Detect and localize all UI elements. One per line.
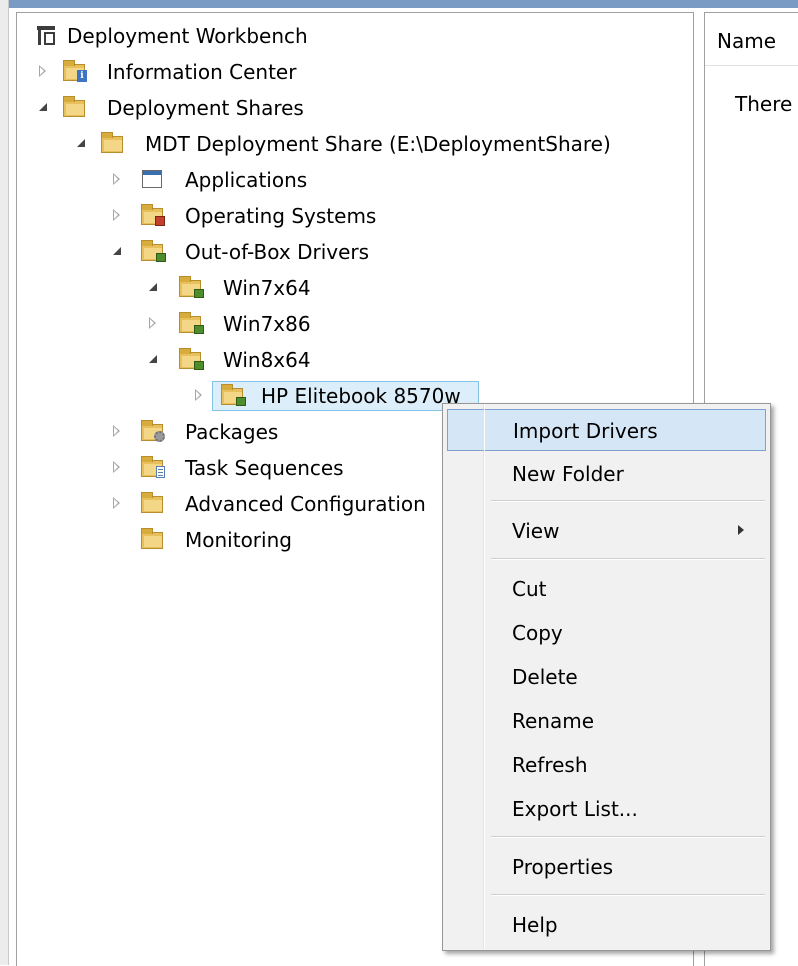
tree-label-packages: Packages — [185, 420, 279, 444]
drivers-folder-icon — [141, 240, 166, 262]
workbench-icon — [35, 24, 59, 46]
context-menu: Import Drivers New Folder View Cut Copy … — [442, 403, 771, 951]
menu-label-export-list: Export List... — [512, 797, 638, 821]
tree-label-operating-systems: Operating Systems — [185, 204, 377, 228]
collapse-arrow-icon[interactable] — [37, 101, 49, 113]
tree-label-monitoring: Monitoring — [185, 528, 292, 552]
menu-label-properties: Properties — [512, 855, 614, 879]
menu-label-view: View — [512, 519, 560, 543]
tree-label-deployment-shares: Deployment Shares — [107, 96, 304, 120]
tree-label-deployment-workbench: Deployment Workbench — [67, 24, 308, 48]
tree-label-mdt-deployment-share: MDT Deployment Share (E:\DeploymentShare… — [145, 132, 611, 156]
submenu-arrow-icon — [738, 525, 744, 535]
operating-systems-folder-icon — [141, 204, 165, 226]
menu-label-cut: Cut — [512, 577, 547, 601]
tree-label-information-center: Information Center — [107, 60, 297, 84]
tree-label-win8x64: Win8x64 — [223, 348, 311, 372]
menu-label-new-folder: New Folder — [512, 462, 624, 486]
menu-separator — [491, 558, 765, 560]
collapse-arrow-icon[interactable] — [147, 281, 159, 293]
expand-arrow-icon[interactable] — [147, 317, 159, 329]
menu-separator — [491, 894, 765, 896]
drivers-folder-icon — [179, 348, 204, 370]
expand-arrow-icon[interactable] — [111, 461, 123, 473]
menu-item-help[interactable]: Help — [447, 904, 766, 946]
menu-label-copy: Copy — [512, 621, 563, 645]
tree-label-out-of-box-drivers: Out-of-Box Drivers — [185, 240, 370, 264]
expand-arrow-icon[interactable] — [111, 425, 123, 437]
expand-arrow-icon[interactable] — [111, 209, 123, 221]
menu-item-copy[interactable]: Copy — [447, 612, 766, 654]
menu-item-rename[interactable]: Rename — [447, 700, 766, 742]
tree-label-hp-elitebook-8570w: HP Elitebook 8570w — [261, 384, 461, 408]
menu-item-refresh[interactable]: Refresh — [447, 744, 766, 786]
expand-arrow-icon[interactable] — [193, 389, 205, 401]
menu-separator — [491, 500, 765, 502]
column-header-name[interactable]: Name — [705, 13, 798, 66]
menu-separator — [491, 836, 765, 838]
expand-arrow-icon[interactable] — [111, 173, 123, 185]
menu-label-delete: Delete — [512, 665, 578, 689]
menu-item-new-folder[interactable]: New Folder — [447, 453, 766, 495]
tree-label-advanced-configuration: Advanced Configuration — [185, 492, 426, 516]
menu-item-cut[interactable]: Cut — [447, 568, 766, 610]
tree-label-applications: Applications — [185, 168, 308, 192]
menu-label-rename: Rename — [512, 709, 595, 733]
deployment-shares-folder-icon — [63, 96, 87, 118]
menu-item-import-drivers[interactable]: Import Drivers — [447, 409, 766, 451]
menu-item-export-list[interactable]: Export List... — [447, 788, 766, 830]
expand-arrow-icon[interactable] — [111, 497, 123, 509]
menu-item-delete[interactable]: Delete — [447, 656, 766, 698]
window-left-border — [0, 0, 9, 965]
drivers-folder-icon — [179, 312, 204, 334]
information-center-icon: i — [63, 60, 87, 82]
deployment-share-folder-icon — [101, 132, 125, 154]
menu-label-refresh: Refresh — [512, 753, 588, 777]
tree-label-win7x64: Win7x64 — [223, 276, 311, 300]
applications-icon — [141, 168, 165, 190]
drivers-folder-icon — [221, 384, 246, 406]
monitoring-folder-icon — [141, 528, 165, 550]
packages-folder-icon — [141, 420, 165, 442]
tree-label-win7x86: Win7x86 — [223, 312, 311, 336]
menu-item-view[interactable]: View — [447, 510, 766, 552]
expand-arrow-icon[interactable] — [37, 65, 49, 77]
task-sequences-folder-icon — [141, 456, 165, 478]
collapse-arrow-icon[interactable] — [75, 137, 87, 149]
empty-list-message: There — [735, 92, 793, 116]
tree-label-task-sequences: Task Sequences — [185, 456, 344, 480]
drivers-folder-icon — [179, 276, 204, 298]
menu-item-properties[interactable]: Properties — [447, 846, 766, 888]
menu-label-help: Help — [512, 913, 558, 937]
advanced-configuration-folder-icon — [141, 492, 165, 514]
collapse-arrow-icon[interactable] — [111, 245, 123, 257]
menu-label-import-drivers: Import Drivers — [513, 419, 658, 443]
window-top-border — [0, 0, 798, 8]
collapse-arrow-icon[interactable] — [147, 353, 159, 365]
